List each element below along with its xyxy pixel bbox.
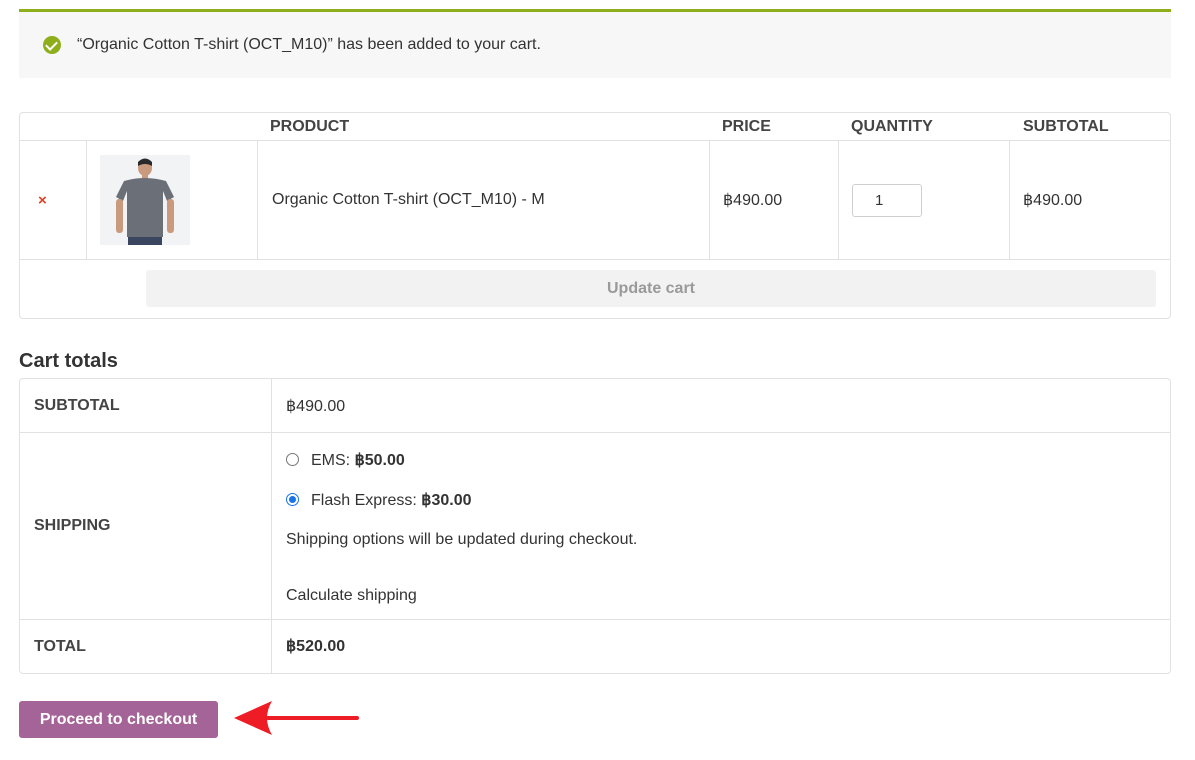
check-circle-icon: [43, 36, 61, 54]
header-quantity: QUANTITY: [851, 118, 933, 135]
product-price: ฿490.00: [723, 192, 783, 209]
notice-message: “Organic Cotton T-shirt (OCT_M10)” has b…: [77, 36, 541, 53]
cart-table: PRODUCT PRICE QUANTITY SUBTOTAL × Organi…: [19, 112, 1171, 319]
shipping-label: SHIPPING: [20, 433, 272, 619]
shipping-option-flash[interactable]: Flash Express: ฿30.00: [286, 490, 471, 510]
subtotal-cell: ฿490.00: [1010, 141, 1170, 259]
subtotal-value: ฿490.00: [286, 398, 346, 415]
product-name-cell: Organic Cotton T-shirt (OCT_M10) - M: [258, 141, 710, 259]
totals-shipping-row: SHIPPING EMS: ฿50.00 Flash Express: ฿30.…: [20, 433, 1170, 620]
thumbnail-cell: [87, 141, 258, 259]
radio-flash-express[interactable]: [286, 493, 299, 506]
subtotal-label: SUBTOTAL: [20, 379, 272, 432]
header-price: PRICE: [722, 118, 771, 135]
total-label: TOTAL: [20, 620, 272, 673]
update-cart-button[interactable]: Update cart: [146, 270, 1156, 307]
proceed-to-checkout-button[interactable]: Proceed to checkout: [19, 701, 218, 738]
cart-totals-table: SUBTOTAL ฿490.00 SHIPPING EMS: ฿50.00 Fl…: [19, 378, 1171, 674]
cart-notice: “Organic Cotton T-shirt (OCT_M10)” has b…: [19, 9, 1171, 78]
radio-ems[interactable]: [286, 453, 299, 466]
calculate-shipping-link[interactable]: Calculate shipping: [286, 587, 417, 605]
shipping-option-ems-name: EMS:: [311, 452, 355, 469]
total-value: ฿520.00: [286, 638, 346, 655]
price-cell: ฿490.00: [710, 141, 839, 259]
totals-subtotal-row: SUBTOTAL ฿490.00: [20, 379, 1170, 433]
shipping-option-ems-price: ฿50.00: [354, 452, 405, 469]
product-subtotal: ฿490.00: [1023, 192, 1083, 209]
remove-cell: ×: [20, 141, 87, 259]
product-name[interactable]: Organic Cotton T-shirt (OCT_M10) - M: [272, 191, 545, 209]
cart-table-header: PRODUCT PRICE QUANTITY SUBTOTAL: [20, 113, 1170, 141]
shipping-note: Shipping options will be updated during …: [286, 531, 638, 548]
remove-x-icon[interactable]: ×: [38, 192, 47, 209]
product-thumbnail[interactable]: [100, 155, 190, 245]
header-product: PRODUCT: [270, 118, 350, 135]
shipping-option-ems[interactable]: EMS: ฿50.00: [286, 450, 405, 470]
cart-item-row: × Organic Cotton T-shirt (OCT_M10) - M ฿…: [20, 141, 1170, 260]
shipping-option-flash-name: Flash Express:: [311, 492, 422, 509]
quantity-cell: [839, 141, 1010, 259]
totals-total-row: TOTAL ฿520.00: [20, 620, 1170, 673]
shipping-option-flash-price: ฿30.00: [421, 492, 472, 509]
cart-totals-title: Cart totals: [19, 350, 118, 372]
quantity-input[interactable]: [852, 183, 922, 217]
header-subtotal: SUBTOTAL: [1023, 118, 1109, 135]
arrow-left-icon: [234, 701, 359, 735]
